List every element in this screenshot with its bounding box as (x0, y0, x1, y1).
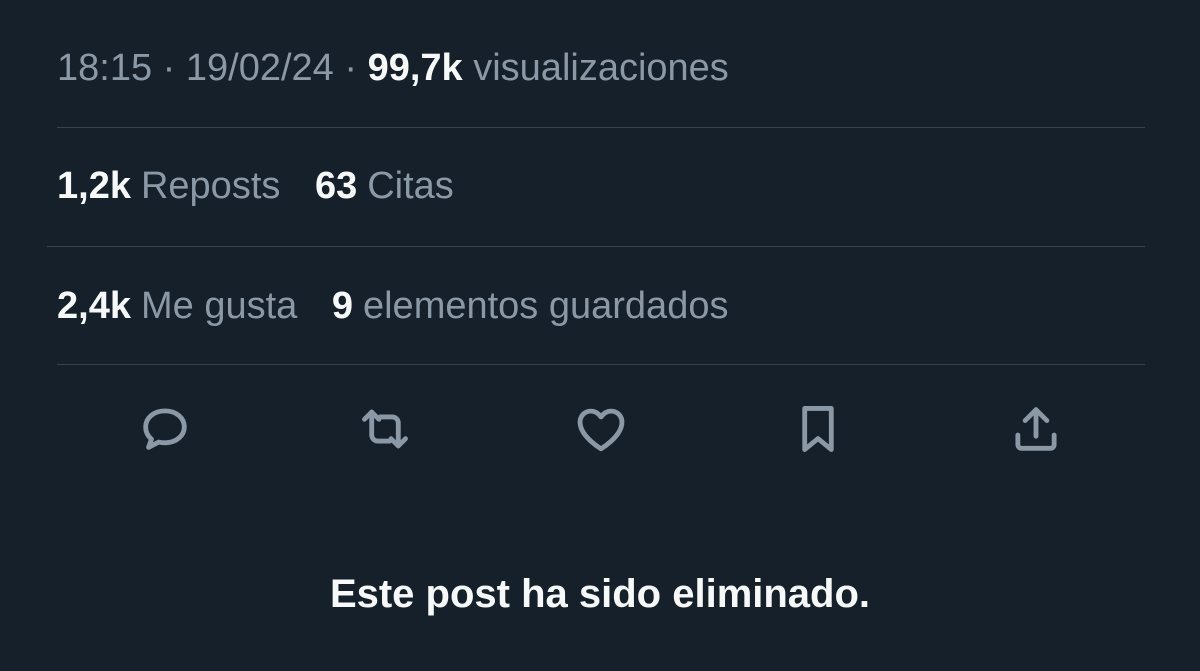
divider (57, 127, 1145, 128)
likes-count: 2,4k (57, 285, 131, 327)
bookmark-button[interactable] (787, 398, 849, 460)
views-count: 99,7k (367, 47, 463, 89)
stats-row-likes: 2,4k Me gusta 9 elementos guardados (57, 278, 752, 334)
bookmark-icon (802, 406, 834, 452)
like-button[interactable] (570, 398, 632, 460)
divider (57, 364, 1145, 365)
tweet-date[interactable]: 19/02/24 (186, 47, 334, 89)
meta-separator: · (344, 47, 358, 89)
reply-icon (143, 408, 187, 450)
repost-icon (362, 409, 408, 449)
bookmarks-label: elementos guardados (362, 285, 729, 327)
meta-separator: · (162, 47, 176, 89)
share-button[interactable] (1005, 398, 1067, 460)
reply-button[interactable] (134, 398, 196, 460)
likes-label: Me gusta (140, 285, 298, 327)
tweet-time[interactable]: 18:15 (57, 47, 152, 89)
quotes-label: Citas (367, 165, 454, 207)
divider (47, 246, 1145, 247)
post-deleted-notice: Este post ha sido eliminado. (329, 572, 871, 616)
quotes-stat[interactable]: 63 Citas (315, 158, 454, 214)
repost-button[interactable] (354, 398, 416, 460)
tweet-metadata: 18:15 · 19/02/24 · 99,7k visualizaciones (57, 42, 729, 94)
reposts-stat[interactable]: 1,2k Reposts (57, 158, 280, 214)
views-label: visualizaciones (473, 47, 729, 89)
stats-row-reposts: 1,2k Reposts 63 Citas (57, 158, 478, 214)
quotes-count: 63 (314, 165, 358, 207)
reposts-label: Reposts (140, 165, 281, 207)
like-icon (577, 408, 625, 452)
bookmarks-count: 9 (331, 285, 353, 327)
bookmarks-stat[interactable]: 9 elementos guardados (332, 278, 729, 334)
likes-stat[interactable]: 2,4k Me gusta (57, 278, 297, 334)
reposts-count: 1,2k (57, 165, 131, 207)
share-icon (1015, 407, 1057, 451)
